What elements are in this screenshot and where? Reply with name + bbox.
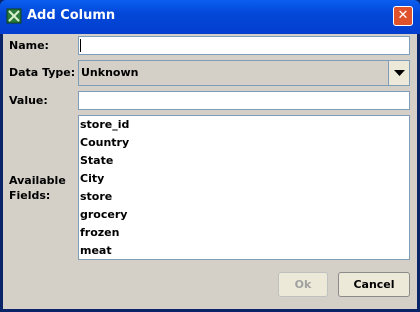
close-button[interactable]: ✕ (393, 6, 413, 26)
list-item[interactable]: store_id (79, 116, 409, 134)
list-item[interactable]: State (79, 152, 409, 170)
list-item[interactable]: Country (79, 134, 409, 152)
text-caret (80, 39, 81, 52)
value-label: Value: (9, 94, 48, 107)
data-type-value: Unknown (81, 66, 139, 79)
column-app-icon (6, 8, 22, 24)
data-type-label: Data Type: (9, 66, 76, 79)
list-item[interactable]: City (79, 170, 409, 188)
list-item[interactable]: frozen (79, 224, 409, 242)
dropdown-button[interactable] (388, 61, 409, 85)
dialog-body: Name: Data Type: Unknown Value: Availabl… (3, 34, 417, 309)
title-bar[interactable]: Add Column ✕ (0, 0, 420, 34)
dialog-title: Add Column (27, 8, 116, 23)
name-input[interactable] (78, 36, 410, 55)
add-column-dialog: Add Column ✕ Name: Data Type: Unknown Va… (0, 0, 420, 312)
close-icon: ✕ (397, 8, 409, 23)
data-type-select[interactable]: Unknown (78, 60, 410, 86)
available-fields-list[interactable]: store_id Country State City store grocer… (78, 115, 410, 260)
value-input[interactable] (78, 91, 410, 110)
available-fields-label: Available Fields: (9, 174, 66, 202)
cancel-button[interactable]: Cancel (338, 272, 410, 297)
chevron-down-icon (394, 70, 405, 76)
list-item[interactable]: store (79, 188, 409, 206)
name-label: Name: (9, 39, 49, 52)
list-item[interactable]: meat (79, 242, 409, 260)
list-item[interactable]: grocery (79, 206, 409, 224)
ok-button[interactable]: Ok (278, 272, 328, 297)
